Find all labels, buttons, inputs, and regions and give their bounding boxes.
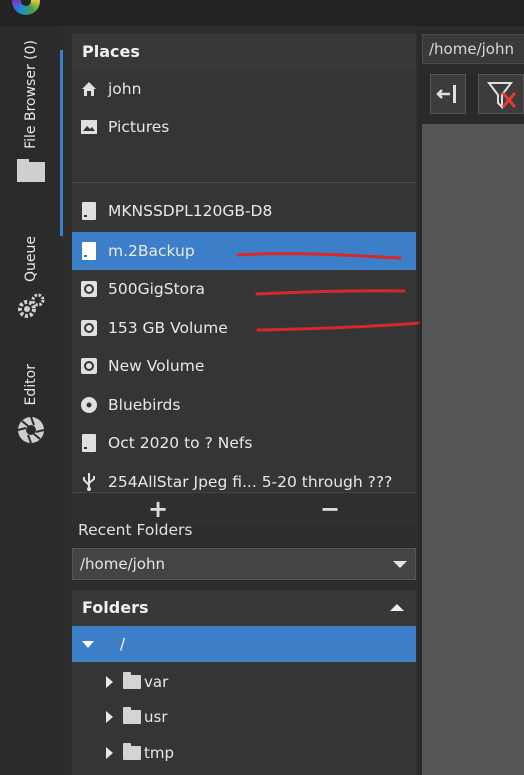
arrow-left-bar-icon bbox=[436, 85, 456, 103]
places-title: Places bbox=[82, 42, 140, 61]
chevron-down-icon bbox=[393, 561, 407, 568]
tab-editor[interactable]: Editor bbox=[0, 364, 62, 445]
collapse-up-icon[interactable] bbox=[390, 604, 404, 611]
image-icon bbox=[80, 118, 98, 136]
place-item-oct-2020-nefs[interactable]: Oct 2020 to ? Nefs bbox=[72, 424, 416, 462]
path-input[interactable]: /home/john bbox=[422, 34, 524, 64]
remove-place-button[interactable]: − bbox=[310, 495, 350, 523]
add-place-button[interactable]: + bbox=[138, 495, 178, 523]
place-label: New Volume bbox=[108, 357, 205, 375]
thumbnail-area[interactable] bbox=[422, 124, 524, 775]
place-item-500gigstora[interactable]: 500GigStora bbox=[72, 270, 416, 308]
tree-item-root[interactable]: / bbox=[72, 626, 416, 662]
tab-editor-label: Editor bbox=[23, 364, 39, 406]
place-label: 500GigStora bbox=[108, 280, 206, 298]
recent-folders-label: Recent Folders bbox=[78, 521, 193, 539]
active-tab-indicator bbox=[60, 50, 63, 236]
clear-filter-button[interactable] bbox=[478, 74, 524, 114]
places-list: john Pictures MKNSSDPL120GB-D8 m.2Backup bbox=[72, 70, 416, 492]
place-item-m2backup[interactable]: m.2Backup bbox=[72, 232, 416, 270]
path-value: /home/john bbox=[429, 40, 514, 58]
tree-label: var bbox=[144, 673, 169, 691]
place-label: john bbox=[108, 80, 142, 98]
recent-folders-dropdown[interactable]: /home/john bbox=[72, 548, 416, 580]
place-label: m.2Backup bbox=[108, 242, 195, 260]
place-label: Pictures bbox=[108, 118, 170, 136]
folders-tree: / var usr tmp bbox=[72, 626, 416, 775]
place-item-153gb-volume[interactable]: 153 GB Volume bbox=[72, 309, 416, 347]
tree-label: tmp bbox=[144, 744, 175, 762]
tab-file-browser-label: File Browser (0) bbox=[23, 40, 39, 149]
place-item-pictures[interactable]: Pictures bbox=[72, 108, 416, 146]
aperture-icon bbox=[17, 417, 45, 444]
place-item-bluebirds[interactable]: Bluebirds bbox=[72, 386, 416, 424]
tab-file-browser[interactable]: File Browser (0) bbox=[0, 40, 63, 236]
tree-item-usr[interactable]: usr bbox=[72, 699, 416, 735]
place-item-mknssdpl120gb[interactable]: MKNSSDPL120GB-D8 bbox=[72, 192, 416, 230]
folder-icon bbox=[123, 672, 141, 689]
drive-icon bbox=[80, 202, 98, 220]
expand-down-icon[interactable] bbox=[82, 640, 94, 648]
place-label: 153 GB Volume bbox=[108, 319, 228, 337]
filter-clear-icon bbox=[487, 82, 517, 110]
place-label: Bluebirds bbox=[108, 396, 181, 414]
expand-right-icon[interactable] bbox=[106, 711, 113, 723]
folder-icon bbox=[17, 158, 45, 182]
hard-disk-icon bbox=[80, 319, 98, 337]
app-logo-icon bbox=[12, 0, 40, 15]
folder-icon bbox=[123, 743, 141, 760]
folders-header[interactable]: Folders bbox=[72, 590, 416, 626]
expand-right-icon[interactable] bbox=[106, 676, 113, 688]
places-separator bbox=[72, 182, 416, 183]
tree-item-var[interactable]: var bbox=[72, 664, 416, 700]
hard-disk-icon bbox=[80, 280, 98, 298]
drive-icon bbox=[80, 242, 98, 260]
place-item-john[interactable]: john bbox=[72, 70, 416, 108]
tree-label: usr bbox=[144, 708, 168, 726]
hard-disk-icon bbox=[80, 357, 98, 375]
drive-icon bbox=[80, 434, 98, 452]
place-item-new-volume[interactable]: New Volume bbox=[72, 347, 416, 385]
folder-icon bbox=[123, 707, 141, 724]
recent-folders-value: /home/john bbox=[80, 555, 165, 573]
browser-main-area: /home/john bbox=[418, 30, 524, 775]
side-tab-strip: File Browser (0) Queue Editor bbox=[0, 26, 63, 775]
place-label: Oct 2020 to ? Nefs bbox=[108, 434, 253, 452]
places-header: Places bbox=[72, 34, 416, 70]
home-icon bbox=[80, 80, 98, 98]
title-bar bbox=[0, 0, 524, 26]
place-label: 254AllStar Jpeg fi... 5-20 through ??? bbox=[108, 473, 393, 491]
optical-disc-icon bbox=[80, 396, 98, 414]
place-label: MKNSSDPL120GB-D8 bbox=[108, 202, 273, 220]
tree-item-tmp[interactable]: tmp bbox=[72, 735, 416, 771]
expand-right-icon[interactable] bbox=[106, 747, 113, 759]
folders-title: Folders bbox=[82, 598, 149, 617]
tree-label: / bbox=[120, 635, 126, 653]
tab-queue-label: Queue bbox=[23, 236, 39, 282]
file-browser-panel: Places john Pictures MKNSSDPL120GB-D8 m.… bbox=[70, 30, 418, 775]
collapse-panel-button[interactable] bbox=[430, 74, 466, 114]
usb-icon bbox=[80, 473, 98, 491]
tab-queue[interactable]: Queue bbox=[0, 236, 62, 322]
gears-icon bbox=[18, 293, 45, 318]
